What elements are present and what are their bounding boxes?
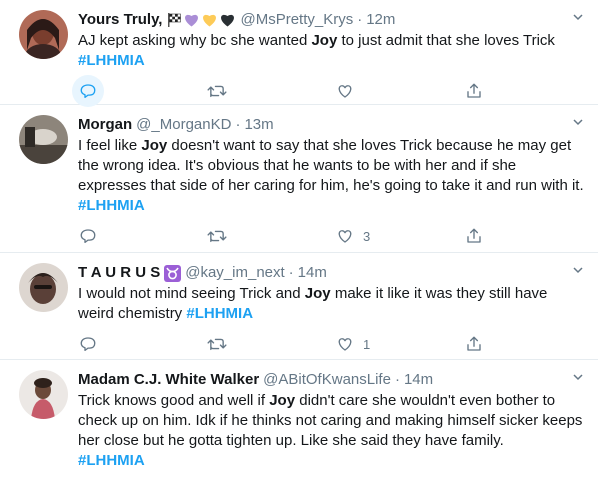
retweet-button[interactable] — [201, 220, 330, 252]
separator-dot: · — [288, 264, 294, 281]
share-icon[interactable] — [458, 328, 490, 360]
timestamp[interactable]: 12m — [366, 10, 395, 30]
tweet-feed: Yours Truly, @MsPretty_Krys · 12m AJ kep… — [0, 0, 598, 478]
name-emoji — [166, 12, 236, 28]
black-heart-icon — [221, 14, 235, 27]
separator-dot: · — [235, 116, 241, 133]
checkered-flag-icon — [168, 13, 182, 27]
heart-icon[interactable] — [329, 328, 361, 360]
timestamp[interactable]: 14m — [298, 263, 327, 283]
tweet-text: AJ kept asking why bc she wanted Joy to … — [78, 31, 586, 71]
reply-button[interactable] — [72, 220, 201, 252]
avatar[interactable] — [19, 10, 68, 59]
share-button[interactable] — [458, 220, 587, 252]
tweet-header: Madam C.J. White Walker @ABitOfKwansLife… — [78, 369, 586, 391]
retweet-button[interactable] — [201, 328, 330, 360]
tweet-header: T A U R U S @kay_im_next · 14m — [78, 262, 586, 284]
like-button[interactable]: 1 — [329, 328, 458, 360]
avatar[interactable] — [19, 263, 68, 312]
hashtag-link[interactable]: #LHHMIA — [78, 197, 145, 214]
display-name[interactable]: Madam C.J. White Walker — [78, 370, 259, 390]
tweet-text: I would not mind seeing Trick and Joy ma… — [78, 284, 586, 324]
display-name[interactable]: Yours Truly, — [78, 10, 162, 30]
like-count: 1 — [363, 336, 371, 352]
share-button[interactable] — [458, 75, 587, 107]
display-name[interactable]: Morgan — [78, 115, 132, 135]
separator-dot: · — [394, 371, 400, 388]
heart-icon[interactable] — [329, 75, 361, 107]
tweet-header: Yours Truly, @MsPretty_Krys · 12m — [78, 9, 586, 31]
tweet-text-part: Trick knows good and well if — [78, 392, 270, 409]
share-button[interactable] — [458, 328, 587, 360]
separator-dot: · — [357, 11, 363, 28]
timestamp[interactable]: 13m — [244, 115, 273, 135]
chevron-down-icon[interactable] — [572, 371, 584, 383]
purple-heart-icon — [185, 14, 199, 27]
like-button[interactable] — [329, 75, 458, 107]
like-count: 3 — [363, 228, 371, 244]
retweet-icon[interactable] — [201, 328, 233, 360]
reply-button[interactable] — [72, 328, 201, 360]
chevron-down-icon[interactable] — [572, 264, 584, 276]
retweet-button[interactable] — [201, 75, 330, 107]
chevron-down-icon[interactable] — [572, 116, 584, 128]
yellow-heart-icon — [203, 14, 217, 27]
display-name[interactable]: T A U R U S — [78, 263, 160, 283]
chevron-down-icon[interactable] — [572, 11, 584, 23]
user-handle[interactable]: @kay_im_next — [185, 263, 284, 283]
tweet-text: I feel like Joy doesn't want to say that… — [78, 136, 586, 216]
tweet[interactable]: T A U R U S @kay_im_next · 14m I would n… — [0, 253, 598, 360]
avatar[interactable] — [19, 115, 68, 164]
name-emoji — [164, 264, 182, 282]
highlight-term: Joy — [141, 137, 168, 154]
hashtag-link[interactable]: #LHHMIA — [186, 305, 253, 322]
taurus-icon — [164, 264, 182, 282]
user-handle[interactable]: @_MorganKD — [136, 115, 231, 135]
highlight-term: Joy — [311, 32, 338, 49]
reply-icon[interactable] — [72, 328, 104, 360]
heart-icon[interactable] — [329, 220, 361, 252]
tweet-text-part: I would not mind seeing Trick and — [78, 285, 305, 302]
tweet[interactable]: Madam C.J. White Walker @ABitOfKwansLife… — [0, 360, 598, 478]
tweet-text: Trick knows good and well if Joy didn't … — [78, 391, 586, 471]
tweet-text-part: to just admit that she loves Trick — [337, 32, 555, 49]
hashtag-link[interactable]: #LHHMIA — [78, 452, 145, 469]
tweet[interactable]: Yours Truly, @MsPretty_Krys · 12m AJ kep… — [0, 0, 598, 107]
retweet-icon[interactable] — [201, 220, 233, 252]
share-icon[interactable] — [458, 75, 490, 107]
highlight-term: Joy — [269, 392, 296, 409]
tweet-text-part: I feel like — [78, 137, 142, 154]
user-handle[interactable]: @ABitOfKwansLife — [263, 370, 391, 390]
reply-button[interactable] — [72, 75, 201, 107]
retweet-icon[interactable] — [201, 75, 233, 107]
share-icon[interactable] — [458, 220, 490, 252]
reply-icon[interactable] — [72, 220, 104, 252]
tweet-text-part: AJ kept asking why bc she wanted — [78, 32, 312, 49]
highlight-term: Joy — [304, 285, 331, 302]
reply-icon[interactable] — [72, 75, 104, 107]
tweet-header: Morgan @_MorganKD · 13m — [78, 114, 586, 136]
tweet[interactable]: Morgan @_MorganKD · 13m I feel like Joy … — [0, 105, 598, 253]
like-button[interactable]: 3 — [329, 220, 458, 252]
timestamp[interactable]: 14m — [404, 370, 433, 390]
tweet-actions: 1 — [72, 324, 586, 364]
tweet-actions: 3 — [72, 216, 586, 256]
user-handle[interactable]: @MsPretty_Krys — [240, 10, 353, 30]
avatar[interactable] — [19, 370, 68, 419]
hashtag-link[interactable]: #LHHMIA — [78, 52, 145, 69]
